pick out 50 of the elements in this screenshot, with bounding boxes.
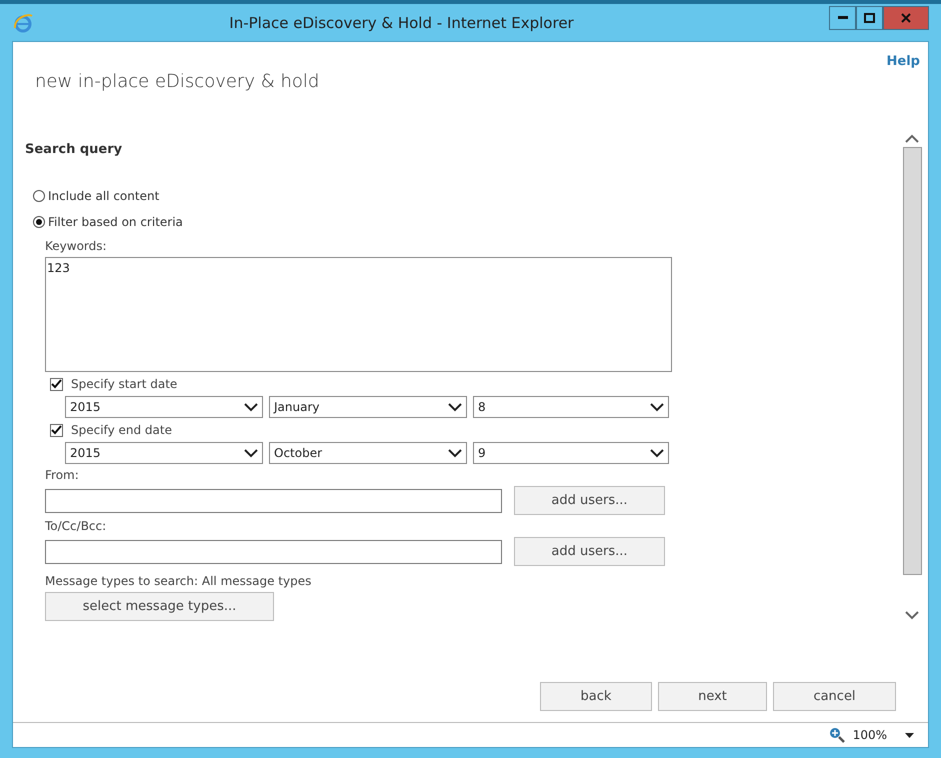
- checkbox-label[interactable]: Specify end date: [71, 423, 172, 437]
- chevron-down-icon: [244, 448, 258, 458]
- help-link[interactable]: Help: [886, 54, 920, 122]
- zoom-level[interactable]: 100%: [852, 728, 887, 742]
- message-types-label: Message types to search: All message types: [45, 574, 312, 588]
- recipient-field[interactable]: [45, 540, 502, 564]
- browser-logo-icon: [12, 12, 34, 34]
- chevron-down-icon: [448, 448, 462, 458]
- date-dropdown[interactable]: 9: [473, 442, 669, 464]
- add-users-button[interactable]: add users...: [514, 486, 665, 515]
- section-title: Search query: [25, 142, 124, 157]
- checkmark-icon: [51, 425, 62, 435]
- scroll-down-icon[interactable]: [905, 611, 919, 620]
- zoom-icon: [828, 727, 845, 743]
- wizard-button[interactable]: back: [540, 682, 652, 711]
- scrollbar-thumb[interactable]: [902, 147, 922, 575]
- chevron-down-icon: [448, 402, 462, 412]
- checkbox[interactable]: [50, 378, 63, 390]
- chevron-down-icon: [244, 402, 258, 412]
- field-label: Keywords:: [45, 239, 108, 253]
- window-title: In-Place eDiscovery & Hold - Internet Explorer: [228, 14, 575, 32]
- chevron-down-icon: [650, 448, 664, 458]
- date-dropdown[interactable]: 2015: [65, 396, 263, 418]
- wizard-button[interactable]: next: [658, 682, 767, 711]
- add-users-button[interactable]: add users...: [514, 537, 665, 566]
- date-dropdown[interactable]: October: [269, 442, 467, 464]
- chevron-down-icon: [650, 402, 664, 412]
- keywords-field[interactable]: 123: [45, 257, 672, 372]
- close-button[interactable]: [883, 6, 929, 30]
- radio-option[interactable]: Filter based on criteria: [33, 209, 896, 235]
- scroll-up-icon[interactable]: [905, 134, 919, 143]
- date-dropdown[interactable]: January: [269, 396, 467, 418]
- page-heading: new in-place eDiscovery & hold: [35, 71, 320, 94]
- close-icon: [901, 13, 911, 23]
- recipient-field[interactable]: [45, 488, 502, 512]
- dropdown-caret-icon[interactable]: [905, 732, 914, 738]
- maximize-button[interactable]: [856, 6, 883, 30]
- field-label: To/Cc/Bcc:: [45, 519, 108, 533]
- field-label: From:: [45, 468, 80, 482]
- select-message-types-button[interactable]: select message types...: [45, 592, 274, 621]
- wizard-button[interactable]: cancel: [773, 682, 896, 711]
- checkmark-icon: [51, 379, 62, 389]
- maximize-icon: [864, 13, 875, 23]
- date-dropdown[interactable]: 2015: [65, 442, 263, 464]
- minimize-button[interactable]: [829, 6, 856, 30]
- radio-option[interactable]: Include all content: [33, 183, 896, 209]
- checkbox-label[interactable]: Specify start date: [71, 377, 178, 391]
- minimize-icon: [838, 16, 848, 20]
- checkbox[interactable]: [50, 424, 63, 436]
- date-dropdown[interactable]: 8: [473, 396, 669, 418]
